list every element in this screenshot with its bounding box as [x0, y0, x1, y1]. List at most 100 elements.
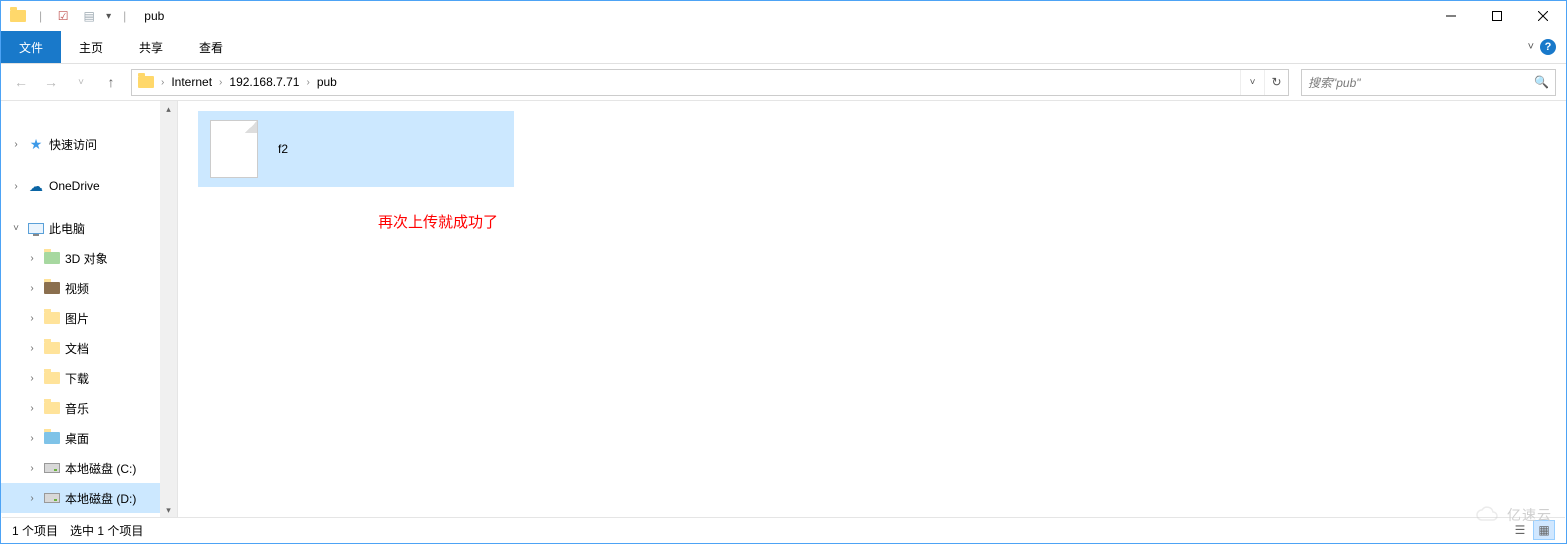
tree-label: 此电脑 — [49, 220, 85, 237]
tree-videos[interactable]: › 视频 — [1, 273, 177, 303]
chevron-right-icon[interactable]: › — [25, 493, 39, 504]
status-total: 1 个项目 — [12, 522, 70, 539]
chevron-right-icon[interactable]: › — [25, 283, 39, 294]
tree-documents[interactable]: › 文档 — [1, 333, 177, 363]
tree-label: 快速访问 — [49, 136, 97, 153]
close-button[interactable] — [1520, 1, 1566, 31]
watermark: 亿速云 — [1475, 505, 1552, 525]
chevron-right-icon[interactable]: › — [25, 463, 39, 474]
address-right: ˅ ↻ — [1240, 70, 1288, 95]
chevron-right-icon[interactable]: › — [9, 181, 23, 192]
maximize-button[interactable] — [1474, 1, 1520, 31]
file-item[interactable]: f2 — [198, 111, 514, 187]
tree-label: 本地磁盘 (D:) — [65, 490, 136, 507]
tree-label: 音乐 — [65, 400, 89, 417]
file-name: f2 — [278, 142, 288, 156]
new-folder-icon[interactable]: ▤ — [80, 7, 98, 25]
tree-quick-access[interactable]: › ★ 快速访问 — [1, 129, 177, 159]
folder-icon — [138, 76, 154, 88]
ribbon: 文件 主页 共享 查看 ˅ ? — [1, 31, 1566, 64]
sidebar: › ★ 快速访问 › ☁ OneDrive ˅ 此电脑 › 3D 对象 — [1, 101, 178, 519]
tree-3d-objects[interactable]: › 3D 对象 — [1, 243, 177, 273]
chevron-right-icon[interactable]: › — [25, 313, 39, 324]
folder-icon — [43, 369, 61, 387]
scroll-up-icon[interactable]: ▴ — [160, 101, 177, 118]
tree-downloads[interactable]: › 下载 — [1, 363, 177, 393]
tree-label: 文档 — [65, 340, 89, 357]
tab-view[interactable]: 查看 — [181, 31, 241, 63]
navigation-bar: ← → ˅ ↑ › Internet › 192.168.7.71 › pub … — [1, 64, 1566, 101]
qat-separator-2: | — [119, 9, 130, 23]
crumb-pub[interactable]: pub — [311, 70, 343, 95]
forward-button[interactable]: → — [39, 74, 63, 90]
tree-label: OneDrive — [49, 179, 100, 193]
crumb-root[interactable] — [132, 70, 160, 95]
tab-share[interactable]: 共享 — [121, 31, 181, 63]
address-bar[interactable]: › Internet › 192.168.7.71 › pub ˅ ↻ — [131, 69, 1289, 96]
folder-icon — [43, 429, 61, 447]
tree-desktop[interactable]: › 桌面 — [1, 423, 177, 453]
star-icon: ★ — [27, 135, 45, 153]
tab-file[interactable]: 文件 — [1, 31, 61, 63]
folder-icon — [43, 309, 61, 327]
chevron-down-icon[interactable]: ˅ — [9, 223, 23, 234]
chevron-right-icon[interactable]: › — [9, 139, 23, 150]
up-button[interactable]: ↑ — [99, 74, 123, 90]
quick-access-toolbar: | ☑ ▤ ▾ | — [1, 7, 138, 25]
qat-dropdown-icon[interactable]: ▾ — [106, 11, 111, 22]
ribbon-right: ˅ ? — [1528, 31, 1566, 63]
body: › ★ 快速访问 › ☁ OneDrive ˅ 此电脑 › 3D 对象 — [1, 101, 1566, 519]
folder-icon — [43, 249, 61, 267]
folder-icon — [43, 339, 61, 357]
tree-drive-d[interactable]: › 本地磁盘 (D:) — [1, 483, 177, 513]
recent-dropdown-icon[interactable]: ˅ — [69, 77, 93, 88]
window-title: pub — [138, 9, 164, 23]
nav-tree: › ★ 快速访问 › ☁ OneDrive ˅ 此电脑 › 3D 对象 — [1, 129, 177, 513]
window-controls — [1428, 1, 1566, 31]
tree-label: 桌面 — [65, 430, 89, 447]
minimize-button[interactable] — [1428, 1, 1474, 31]
help-icon[interactable]: ? — [1540, 39, 1556, 55]
cloud-icon — [1475, 506, 1501, 524]
tree-label: 3D 对象 — [65, 250, 108, 267]
search-icon[interactable]: 🔍 — [1534, 75, 1549, 89]
crumb-internet[interactable]: Internet — [165, 70, 218, 95]
content-pane[interactable]: f2 再次上传就成功了 — [178, 101, 1566, 519]
nav-arrows: ← → ˅ ↑ — [9, 74, 123, 90]
cloud-icon: ☁ — [27, 177, 45, 195]
folder-icon — [43, 279, 61, 297]
refresh-icon[interactable]: ↻ — [1264, 70, 1288, 95]
drive-icon — [43, 489, 61, 507]
scroll-track[interactable] — [160, 118, 177, 502]
chevron-right-icon[interactable]: › — [25, 373, 39, 384]
pc-icon — [27, 219, 45, 237]
tree-this-pc[interactable]: ˅ 此电脑 — [1, 213, 177, 243]
tree-label: 视频 — [65, 280, 89, 297]
search-input[interactable]: 搜索"pub" 🔍 — [1301, 69, 1556, 96]
annotation-text: 再次上传就成功了 — [378, 211, 1546, 232]
chevron-right-icon[interactable]: › — [25, 343, 39, 354]
tree-label: 图片 — [65, 310, 89, 327]
properties-icon[interactable]: ☑ — [54, 7, 72, 25]
tree-drive-c[interactable]: › 本地磁盘 (C:) — [1, 453, 177, 483]
tab-home[interactable]: 主页 — [61, 31, 121, 63]
status-selected: 选中 1 个项目 — [70, 522, 155, 539]
back-button[interactable]: ← — [9, 74, 33, 90]
tree-music[interactable]: › 音乐 — [1, 393, 177, 423]
crumb-label: pub — [317, 75, 337, 89]
ribbon-expand-icon[interactable]: ˅ — [1528, 41, 1534, 53]
file-icon — [210, 120, 258, 178]
folder-icon — [43, 399, 61, 417]
crumb-host[interactable]: 192.168.7.71 — [223, 70, 305, 95]
chevron-right-icon[interactable]: › — [25, 253, 39, 264]
title-bar: | ☑ ▤ ▾ | pub — [1, 1, 1566, 31]
folder-icon — [9, 7, 27, 25]
tree-onedrive[interactable]: › ☁ OneDrive — [1, 171, 177, 201]
tree-pictures[interactable]: › 图片 — [1, 303, 177, 333]
sidebar-scrollbar[interactable]: ▴ ▾ — [160, 101, 177, 519]
address-dropdown-icon[interactable]: ˅ — [1240, 70, 1264, 95]
tree-label: 本地磁盘 (C:) — [65, 460, 136, 477]
chevron-right-icon[interactable]: › — [25, 433, 39, 444]
chevron-right-icon[interactable]: › — [25, 403, 39, 414]
status-bar: 1 个项目 选中 1 个项目 ☰ ▦ — [2, 517, 1565, 542]
